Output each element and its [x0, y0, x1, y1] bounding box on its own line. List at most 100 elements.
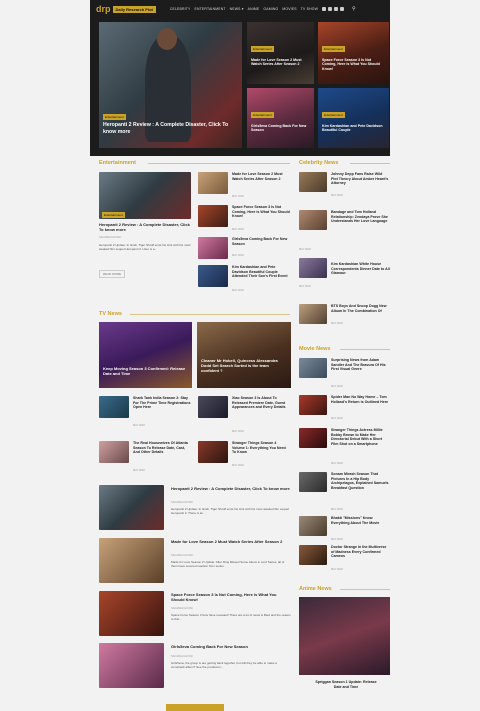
tv-divider — [130, 314, 290, 315]
movie-item-1-thumb[interactable] — [299, 358, 327, 378]
tv-feature-left[interactable]: Keep Moving Season 3 Confirmed: Release … — [99, 322, 192, 388]
tv-grid-1-thumb[interactable] — [99, 396, 129, 418]
tv-heading[interactable]: TV News — [99, 311, 122, 317]
tv-list-3-excerpt: Space Force Season 3 fans have revealed!… — [171, 613, 291, 622]
entertainment-item-3-thumb[interactable] — [198, 237, 228, 259]
movie-heading[interactable]: Movie News — [299, 346, 330, 352]
entertainment-item-2-meta: MAY 2022 — [232, 228, 244, 231]
celebrity-item-3-thumb[interactable] — [299, 258, 327, 278]
celebrity-item-2-meta: MAY 2022 — [299, 248, 311, 251]
entertainment-lead-meta: SANJANA DAYANI — [99, 236, 121, 239]
tv-grid-2-meta: MAY 2022 — [232, 430, 244, 433]
load-more-button[interactable] — [166, 704, 224, 711]
hero-tile-1-title[interactable]: Made for Love Season 2 Must Watch Series… — [251, 58, 310, 67]
tv-grid-4-thumb[interactable] — [198, 441, 228, 463]
hero-main-title[interactable]: Heropanti 2 Review : A Complete Disaster… — [103, 122, 238, 135]
hero-tile-2[interactable]: Entertainment Space Force Season 3 Is No… — [318, 22, 389, 84]
celebrity-item-1-title[interactable]: Johnny Depp Fans Raise Wild Plot Theory … — [331, 172, 390, 186]
nav-item-gaming[interactable]: GAMING — [263, 7, 278, 11]
hero-tile-1-tag[interactable]: Entertainment — [251, 46, 274, 52]
tv-list-2-thumb[interactable] — [99, 538, 164, 583]
social-links — [321, 7, 344, 11]
entertainment-item-4-title[interactable]: Kim Kardashian and Pete Davidson Beautif… — [232, 265, 290, 279]
entertainment-lead-tag[interactable]: Entertainment — [102, 212, 125, 218]
movie-item-6-thumb[interactable] — [299, 545, 327, 565]
tv-grid-3-thumb[interactable] — [99, 441, 129, 463]
anime-heading[interactable]: Anime News — [299, 586, 332, 592]
tv-grid-2-thumb[interactable] — [198, 396, 228, 418]
celebrity-item-1-thumb[interactable] — [299, 172, 327, 192]
movie-item-6-title[interactable]: Doctor Strange In the Multiverse of Madn… — [331, 545, 390, 559]
entertainment-lead-title[interactable]: Heropanti 2 Review : A Complete Disaster… — [99, 222, 191, 232]
nav-item-anime[interactable]: ANIME — [248, 7, 260, 11]
entertainment-item-3-title[interactable]: Girls5eva Coming Back For New Season — [232, 237, 290, 246]
twitter-icon[interactable] — [327, 7, 332, 11]
hero-tile-4-tag[interactable]: Entertainment — [322, 112, 345, 118]
hero-tile-4-title[interactable]: Kim Kardashian and Pete Davidson Beautif… — [322, 124, 385, 133]
tv-list-2-title[interactable]: Made for Love Season 2 Must Watch Series… — [171, 539, 291, 544]
movie-item-5-thumb[interactable] — [299, 516, 327, 536]
hero-tile-3-title[interactable]: Girls5eva Coming Back For New Season — [251, 124, 310, 133]
movie-item-5-title[interactable]: Bhakti "Missions" Know Everything About … — [331, 516, 390, 525]
search-icon[interactable]: ⚲ — [352, 6, 356, 12]
celebrity-item-2-title[interactable]: Bandage and Tom Holland Relationship: Ze… — [331, 210, 390, 224]
facebook-icon[interactable] — [321, 7, 326, 11]
celebrity-item-1-meta: MAY 2022 — [331, 194, 343, 197]
movie-item-2-thumb[interactable] — [299, 395, 327, 415]
tv-grid-1-title[interactable]: Shark Tank India Season 2: Stay For The … — [133, 396, 191, 410]
entertainment-item-4-thumb[interactable] — [198, 265, 228, 287]
hero-tile-1[interactable]: Entertainment Made for Love Season 2 Mus… — [247, 22, 314, 84]
nav-item-movies[interactable]: MOVIES — [282, 7, 296, 11]
tv-list-4-title[interactable]: Girls5eva Coming Back For New Season — [171, 644, 291, 649]
nav-item-entertainment[interactable]: ENTERTAINMENT — [195, 7, 226, 11]
site-logo[interactable]: drp Daily Research Plot — [96, 4, 156, 14]
movie-item-4-title[interactable]: Sonam Mirash Season That Pictures In a H… — [331, 472, 390, 491]
movie-item-3-title[interactable]: Stranger Things Actress Millie Bobby Bro… — [331, 428, 390, 447]
entertainment-lead-excerpt: Heropanti 2 Update: In Hindi, Tiger Shro… — [99, 243, 191, 252]
anime-feature-title[interactable]: Spriggan Season 1 Update: Release Date a… — [311, 680, 381, 689]
celebrity-heading[interactable]: Celebrity News — [299, 160, 338, 166]
tv-list-1-title[interactable]: Heropanti 2 Review : A Complete Disaster… — [171, 486, 291, 491]
celebrity-item-2-thumb[interactable] — [299, 210, 327, 230]
celebrity-item-4-thumb[interactable] — [299, 304, 327, 324]
tv-list-4-thumb[interactable] — [99, 643, 164, 688]
nav-item-celebrity[interactable]: CELEBRITY — [170, 7, 191, 11]
entertainment-heading[interactable]: Entertainment — [99, 160, 136, 166]
entertainment-item-2-title[interactable]: Space Force Season 3 Is Not Coming, Here… — [232, 205, 290, 219]
anime-feature[interactable] — [299, 597, 390, 675]
tv-grid-2-title[interactable]: Xiao Season 3 Is About To Released Premi… — [232, 396, 290, 410]
entertainment-item-1-thumb[interactable] — [198, 172, 228, 194]
hero-tile-3[interactable]: Entertainment Girls5eva Coming Back For … — [247, 88, 314, 148]
movie-item-3-thumb[interactable] — [299, 428, 327, 448]
hero-main-card[interactable]: Entertainment Heropanti 2 Review : A Com… — [99, 22, 242, 148]
read-more-button[interactable]: READ MORE — [99, 270, 126, 278]
hero-tile-2-tag[interactable]: Entertainment — [322, 46, 345, 52]
tv-list-1-thumb[interactable] — [99, 485, 164, 530]
movie-item-4-thumb[interactable] — [299, 472, 327, 492]
tv-list-3-thumb[interactable] — [99, 591, 164, 636]
celebrity-item-3-title[interactable]: Kim Kardashian White House Correspondent… — [331, 262, 390, 276]
celebrity-item-4-title[interactable]: BTS Boys And Snoop Dogg New Album In The… — [331, 304, 390, 313]
entertainment-item-1-title[interactable]: Made for Love Season 2 Must Watch Series… — [232, 172, 290, 181]
hero-main-tag[interactable]: Entertainment — [103, 114, 126, 120]
tv-list-2-meta: SANJANA DAYANI — [171, 554, 193, 557]
youtube-icon[interactable] — [339, 7, 344, 11]
nav-item-tv-show[interactable]: TV SHOW — [301, 7, 318, 11]
entertainment-item-2-thumb[interactable] — [198, 205, 228, 227]
movie-item-1-title[interactable]: Surprising News from Adam Sandler And Th… — [331, 358, 390, 372]
tv-feature-right[interactable]: Cleaner Mr Hobell, Quincess Alessandra D… — [197, 322, 291, 388]
hero-tile-2-title[interactable]: Space Force Season 3 Is Not Coming, Here… — [322, 58, 385, 71]
tv-list-2-excerpt: Made for Love Season 2 Update: After Rin… — [171, 560, 285, 569]
page: drp Daily Research Plot CELEBRITY ENTERT… — [0, 0, 480, 711]
nav-item-news[interactable]: NEWS ▾ — [230, 7, 244, 11]
tv-feature-left-title[interactable]: Keep Moving Season 3 Confirmed: Release … — [103, 366, 188, 376]
instagram-icon[interactable] — [333, 7, 338, 11]
hero-tile-3-tag[interactable]: Entertainment — [251, 112, 274, 118]
movie-item-2-title[interactable]: Spider Man No Way Home – Tom Holland's R… — [331, 395, 390, 404]
tv-grid-3-title[interactable]: The Real Housewives Of Atlanta Season To… — [133, 441, 191, 455]
movie-item-6-meta: MAY 2022 — [331, 568, 343, 571]
tv-list-3-title[interactable]: Space Force Season 3 Is Not Coming, Here… — [171, 592, 291, 602]
tv-feature-right-title[interactable]: Cleaner Mr Hobell, Quincess Alessandra D… — [201, 358, 287, 373]
hero-tile-4[interactable]: Entertainment Kim Kardashian and Pete Da… — [318, 88, 389, 148]
tv-grid-4-title[interactable]: Stranger Things Season 4 Volume 1: Every… — [232, 441, 290, 455]
